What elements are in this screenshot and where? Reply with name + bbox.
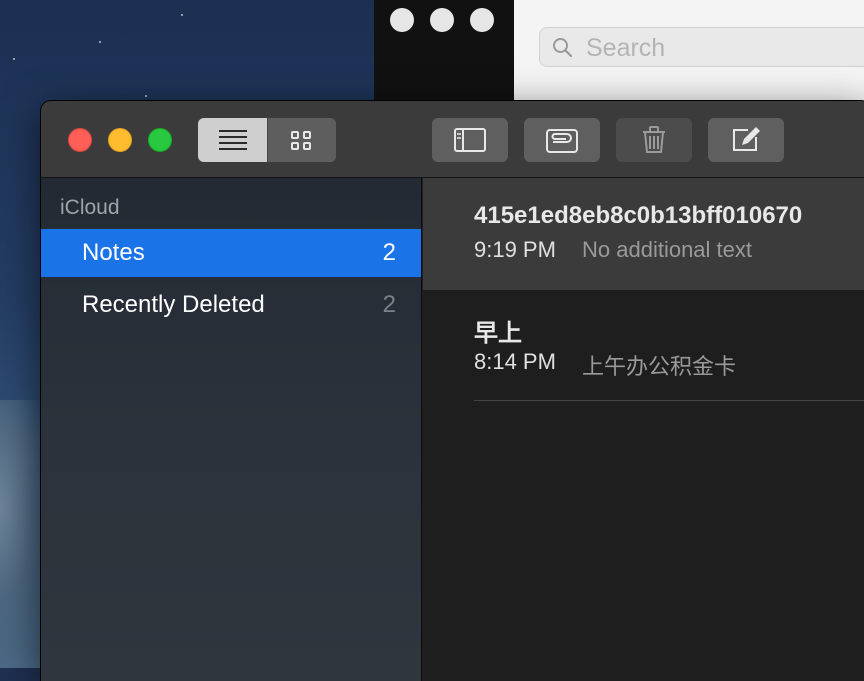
notes-window: iCloud Notes 2 Recently Deleted 2 415e1e… <box>41 101 864 681</box>
minimize-button[interactable] <box>108 128 132 152</box>
sidebar-item-count: 2 <box>382 239 396 266</box>
toolbar <box>41 101 864 178</box>
attachments-button[interactable] <box>524 118 600 162</box>
sidebar-toggle-icon <box>454 128 486 152</box>
background-window: Search <box>374 0 864 104</box>
sidebar-item-recently-deleted[interactable]: Recently Deleted 2 <box>41 281 421 329</box>
note-list-item[interactable]: 415e1ed8eb8c0b13bff010670 9:19 PM No add… <box>423 178 864 290</box>
bg-window-light <box>390 8 414 32</box>
notes-list: 415e1ed8eb8c0b13bff010670 9:19 PM No add… <box>423 178 864 681</box>
compose-icon <box>733 127 760 151</box>
bg-window-light <box>470 8 494 32</box>
bg-window-light <box>430 8 454 32</box>
gallery-view-icon <box>291 131 311 150</box>
background-search-field[interactable]: Search <box>539 27 864 67</box>
sidebar-item-label: Recently Deleted <box>82 291 265 318</box>
divider <box>474 400 864 401</box>
list-view-button[interactable] <box>198 118 267 162</box>
note-time: 8:14 PM <box>474 349 556 374</box>
note-preview: No additional text <box>582 237 752 262</box>
magnifier-icon <box>553 38 572 57</box>
note-list-item[interactable]: 早上 8:14 PM 上午办公积金卡 <box>423 290 864 402</box>
note-title: 早上 <box>474 320 522 347</box>
folders-sidebar: iCloud Notes 2 Recently Deleted 2 <box>41 178 422 681</box>
toggle-sidebar-button[interactable] <box>432 118 508 162</box>
sidebar-item-label: Notes <box>82 239 145 266</box>
sidebar-section-icloud: iCloud <box>60 196 120 219</box>
delete-note-button[interactable] <box>616 118 692 162</box>
attachments-icon <box>546 129 578 153</box>
note-time: 9:19 PM <box>474 237 556 262</box>
close-button[interactable] <box>68 128 92 152</box>
compose-note-button[interactable] <box>708 118 784 162</box>
view-mode-segmented-control <box>198 118 336 162</box>
note-preview: 上午办公积金卡 <box>582 354 737 379</box>
sidebar-item-notes[interactable]: Notes 2 <box>41 229 421 277</box>
zoom-button[interactable] <box>148 128 172 152</box>
trash-icon <box>643 126 665 153</box>
sidebar-item-count: 2 <box>382 291 396 318</box>
gallery-view-button[interactable] <box>267 118 336 162</box>
list-view-icon <box>219 130 247 150</box>
search-placeholder: Search <box>586 34 666 62</box>
note-title: 415e1ed8eb8c0b13bff010670 <box>474 202 803 229</box>
